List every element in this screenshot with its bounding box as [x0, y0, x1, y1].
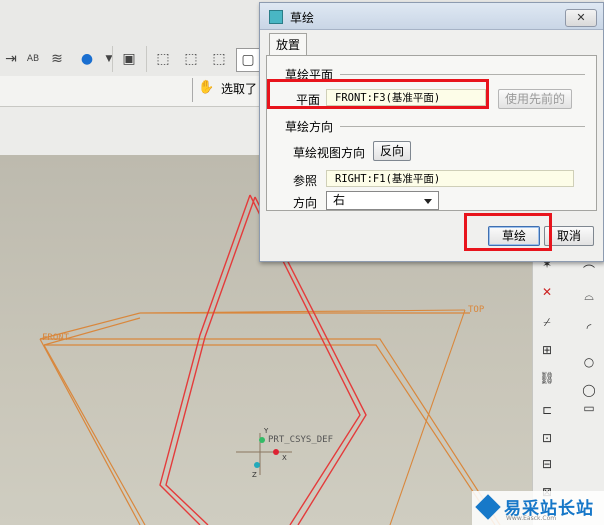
circle-icon[interactable]: ○: [579, 352, 599, 372]
fillet-icon[interactable]: ⌓: [579, 286, 599, 306]
watermark-logo-icon: [475, 494, 501, 520]
offset-icon[interactable]: ⊟: [537, 454, 557, 474]
hidden-line-icon[interactable]: ⬚: [180, 48, 202, 70]
arrow-icon[interactable]: ⇥: [0, 48, 22, 70]
front-datum-plane: [39, 312, 501, 525]
chevron-down-icon[interactable]: ▼: [98, 48, 120, 70]
ellipse-icon[interactable]: ◯: [579, 380, 599, 400]
axis-y-label: Y: [264, 427, 269, 435]
top-datum-plane: [139, 309, 466, 525]
text-icon[interactable]: ⊏: [537, 400, 557, 420]
sketch-button-highlight-box: [464, 213, 552, 251]
sketch-tools-toolbar: ✶ ⌒ ✕ ⌓ ⌿ ◜ ⊞ ○ ⛓ ◯ ⊏ ▭ ⊡ ⊟ ⊠: [532, 240, 604, 525]
tab-placement[interactable]: 放置: [269, 33, 307, 56]
front-datum-label: FRONT: [42, 333, 70, 343]
selection-status: 选取了: [221, 82, 258, 96]
sketch-icon: [269, 10, 283, 24]
view-manager-icon[interactable]: ▣: [118, 48, 140, 70]
dialog-title: 草绘: [290, 11, 315, 25]
select-icon: ✋: [198, 80, 215, 95]
appearance-icon[interactable]: ●: [76, 48, 98, 70]
axis-z-label: Z: [252, 471, 257, 479]
watermark-subtext: Www.Easck.Com: [506, 515, 557, 522]
flip-button[interactable]: 反向: [373, 141, 411, 161]
orientation-value: 右: [333, 193, 346, 207]
annotation-label: AB: [26, 54, 40, 64]
wireframe-icon[interactable]: ⬚: [152, 48, 174, 70]
orientation-select[interactable]: 右: [326, 191, 439, 210]
close-button[interactable]: ✕: [565, 9, 597, 27]
annotation-icon[interactable]: AB: [22, 48, 44, 70]
view-direction-label: 草绘视图方向: [293, 146, 366, 160]
watermark: 易采站长站 Www.Easck.Com: [472, 491, 604, 525]
sketch-orientation-group-title: 草绘方向: [285, 120, 334, 134]
no-hidden-icon[interactable]: ⬚: [208, 48, 230, 70]
layers-icon[interactable]: ≋: [46, 48, 68, 70]
csys-label: PRT_CSYS_DEF: [268, 435, 334, 445]
mirror-icon[interactable]: ⌿: [537, 312, 557, 332]
sketch-dialog: 草绘 ✕ 放置 草绘平面 平面 FRONT:F3(基准平面) 使用先前的 草绘方…: [259, 2, 604, 262]
orientation-label: 方向: [293, 196, 318, 210]
dialog-titlebar[interactable]: 草绘 ✕: [260, 3, 603, 30]
spline-icon[interactable]: ◜: [579, 318, 599, 338]
dimension-icon[interactable]: ⊞: [537, 340, 557, 360]
trim-icon[interactable]: ✕: [537, 282, 557, 302]
arc-icon[interactable]: ⌒: [579, 260, 599, 280]
chevron-down-icon: [424, 199, 432, 204]
plane-highlight-box: [267, 79, 489, 109]
rectangle-icon[interactable]: ▭: [579, 398, 599, 418]
constraint-icon[interactable]: ⛓: [537, 368, 557, 388]
shading-icon[interactable]: ▢: [236, 48, 260, 72]
palette-icon[interactable]: ⊡: [537, 428, 557, 448]
reference-field[interactable]: RIGHT:F1(基准平面): [326, 170, 574, 187]
axis-x-label: X: [282, 454, 287, 462]
reference-label: 参照: [293, 174, 318, 188]
top-datum-label: TOP: [468, 305, 485, 315]
use-previous-button[interactable]: 使用先前的: [498, 89, 572, 109]
